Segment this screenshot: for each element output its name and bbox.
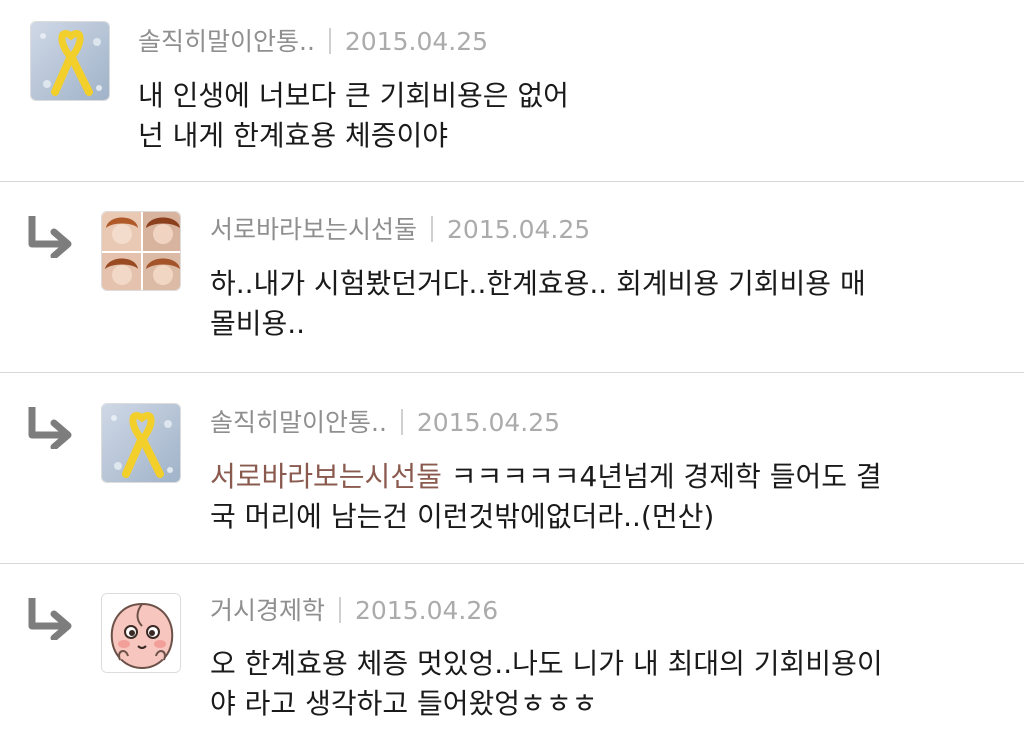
- reply-item: 솔직히말이안통.. 2015.04.25 서로바라보는시선둘 ㅋㅋㅋㅋㅋ4년넘게 …: [0, 373, 1024, 564]
- comment-line: 넌 내게 한계효용 체증이야: [138, 119, 449, 152]
- reply-item: 거시경제학 2015.04.26 오 한계효용 체증 멋있엉..나도 니가 내 최…: [0, 564, 1024, 743]
- comment-date: 2015.04.25: [447, 215, 591, 244]
- comment-line: 국 머리에 남는건 이런것밖에없더라..(먼산): [210, 500, 715, 533]
- mention-link[interactable]: 서로바라보는시선둘: [210, 460, 442, 493]
- meta-divider: [328, 28, 331, 54]
- comment-text: 하..내가 시험봤던거다..한계효용.. 회계비용 기회비용 매 몰비용..: [210, 264, 866, 344]
- comment-line: 야 라고 생각하고 들어왔엉ㅎㅎㅎ: [210, 687, 598, 720]
- comment-line: 오 한계효용 체증 멋있엉..나도 니가 내 최대의 기회비용이: [210, 647, 883, 680]
- comment-text: 내 인생에 너보다 큰 기회비용은 없어 넌 내게 한계효용 체증이야: [138, 76, 569, 156]
- comment-date: 2015.04.25: [416, 408, 561, 437]
- comment-meta: 거시경제학 2015.04.26: [210, 593, 498, 629]
- meta-divider: [431, 216, 434, 242]
- comment-date: 2015.04.25: [344, 27, 489, 56]
- comment-date: 2015.04.26: [355, 596, 499, 625]
- meta-divider: [339, 597, 342, 623]
- author-name[interactable]: 솔직히말이안통..: [138, 27, 315, 56]
- comment-text: 오 한계효용 체증 멋있엉..나도 니가 내 최대의 기회비용이 야 라고 생각…: [210, 644, 883, 724]
- comment-text: 서로바라보는시선둘 ㅋㅋㅋㅋㅋ4년넘게 경제학 들어도 결 국 머리에 남는건 …: [210, 457, 882, 537]
- comment-meta: 솔직히말이안통.. 2015.04.25: [138, 24, 488, 60]
- comment-meta: 솔직히말이안통.. 2015.04.25: [210, 405, 560, 441]
- comment-meta: 서로바라보는시선둘 2015.04.25: [210, 212, 590, 248]
- reply-item: 서로바라보는시선둘 2015.04.25 하..내가 시험봤던거다..한계효용..…: [0, 182, 1024, 373]
- photo-grid-avatar[interactable]: [101, 211, 181, 291]
- reply-arrow-icon: [28, 407, 72, 449]
- reply-arrow-icon: [28, 216, 72, 258]
- author-name[interactable]: 거시경제학: [210, 596, 325, 625]
- comment-item: 솔직히말이안통.. 2015.04.25 내 인생에 너보다 큰 기회비용은 없어…: [0, 0, 1024, 182]
- comment-line: 내 인생에 너보다 큰 기회비용은 없어: [138, 79, 569, 112]
- comment-line-text: ㅋㅋㅋㅋㅋ4년넘게 경제학 들어도 결: [441, 460, 882, 493]
- author-name[interactable]: 서로바라보는시선둘: [210, 215, 417, 244]
- comment-line: 하..내가 시험봤던거다..한계효용.. 회계비용 기회비용 매: [210, 267, 866, 300]
- peach-character-avatar[interactable]: [101, 593, 181, 673]
- yellow-ribbon-avatar[interactable]: [30, 21, 110, 101]
- comment-line: 몰비용..: [210, 307, 306, 340]
- reply-arrow-icon: [28, 598, 72, 640]
- comment-line: 서로바라보는시선둘 ㅋㅋㅋㅋㅋ4년넘게 경제학 들어도 결: [210, 457, 882, 497]
- author-name[interactable]: 솔직히말이안통..: [210, 408, 387, 437]
- yellow-ribbon-avatar[interactable]: [101, 403, 181, 483]
- meta-divider: [400, 409, 403, 435]
